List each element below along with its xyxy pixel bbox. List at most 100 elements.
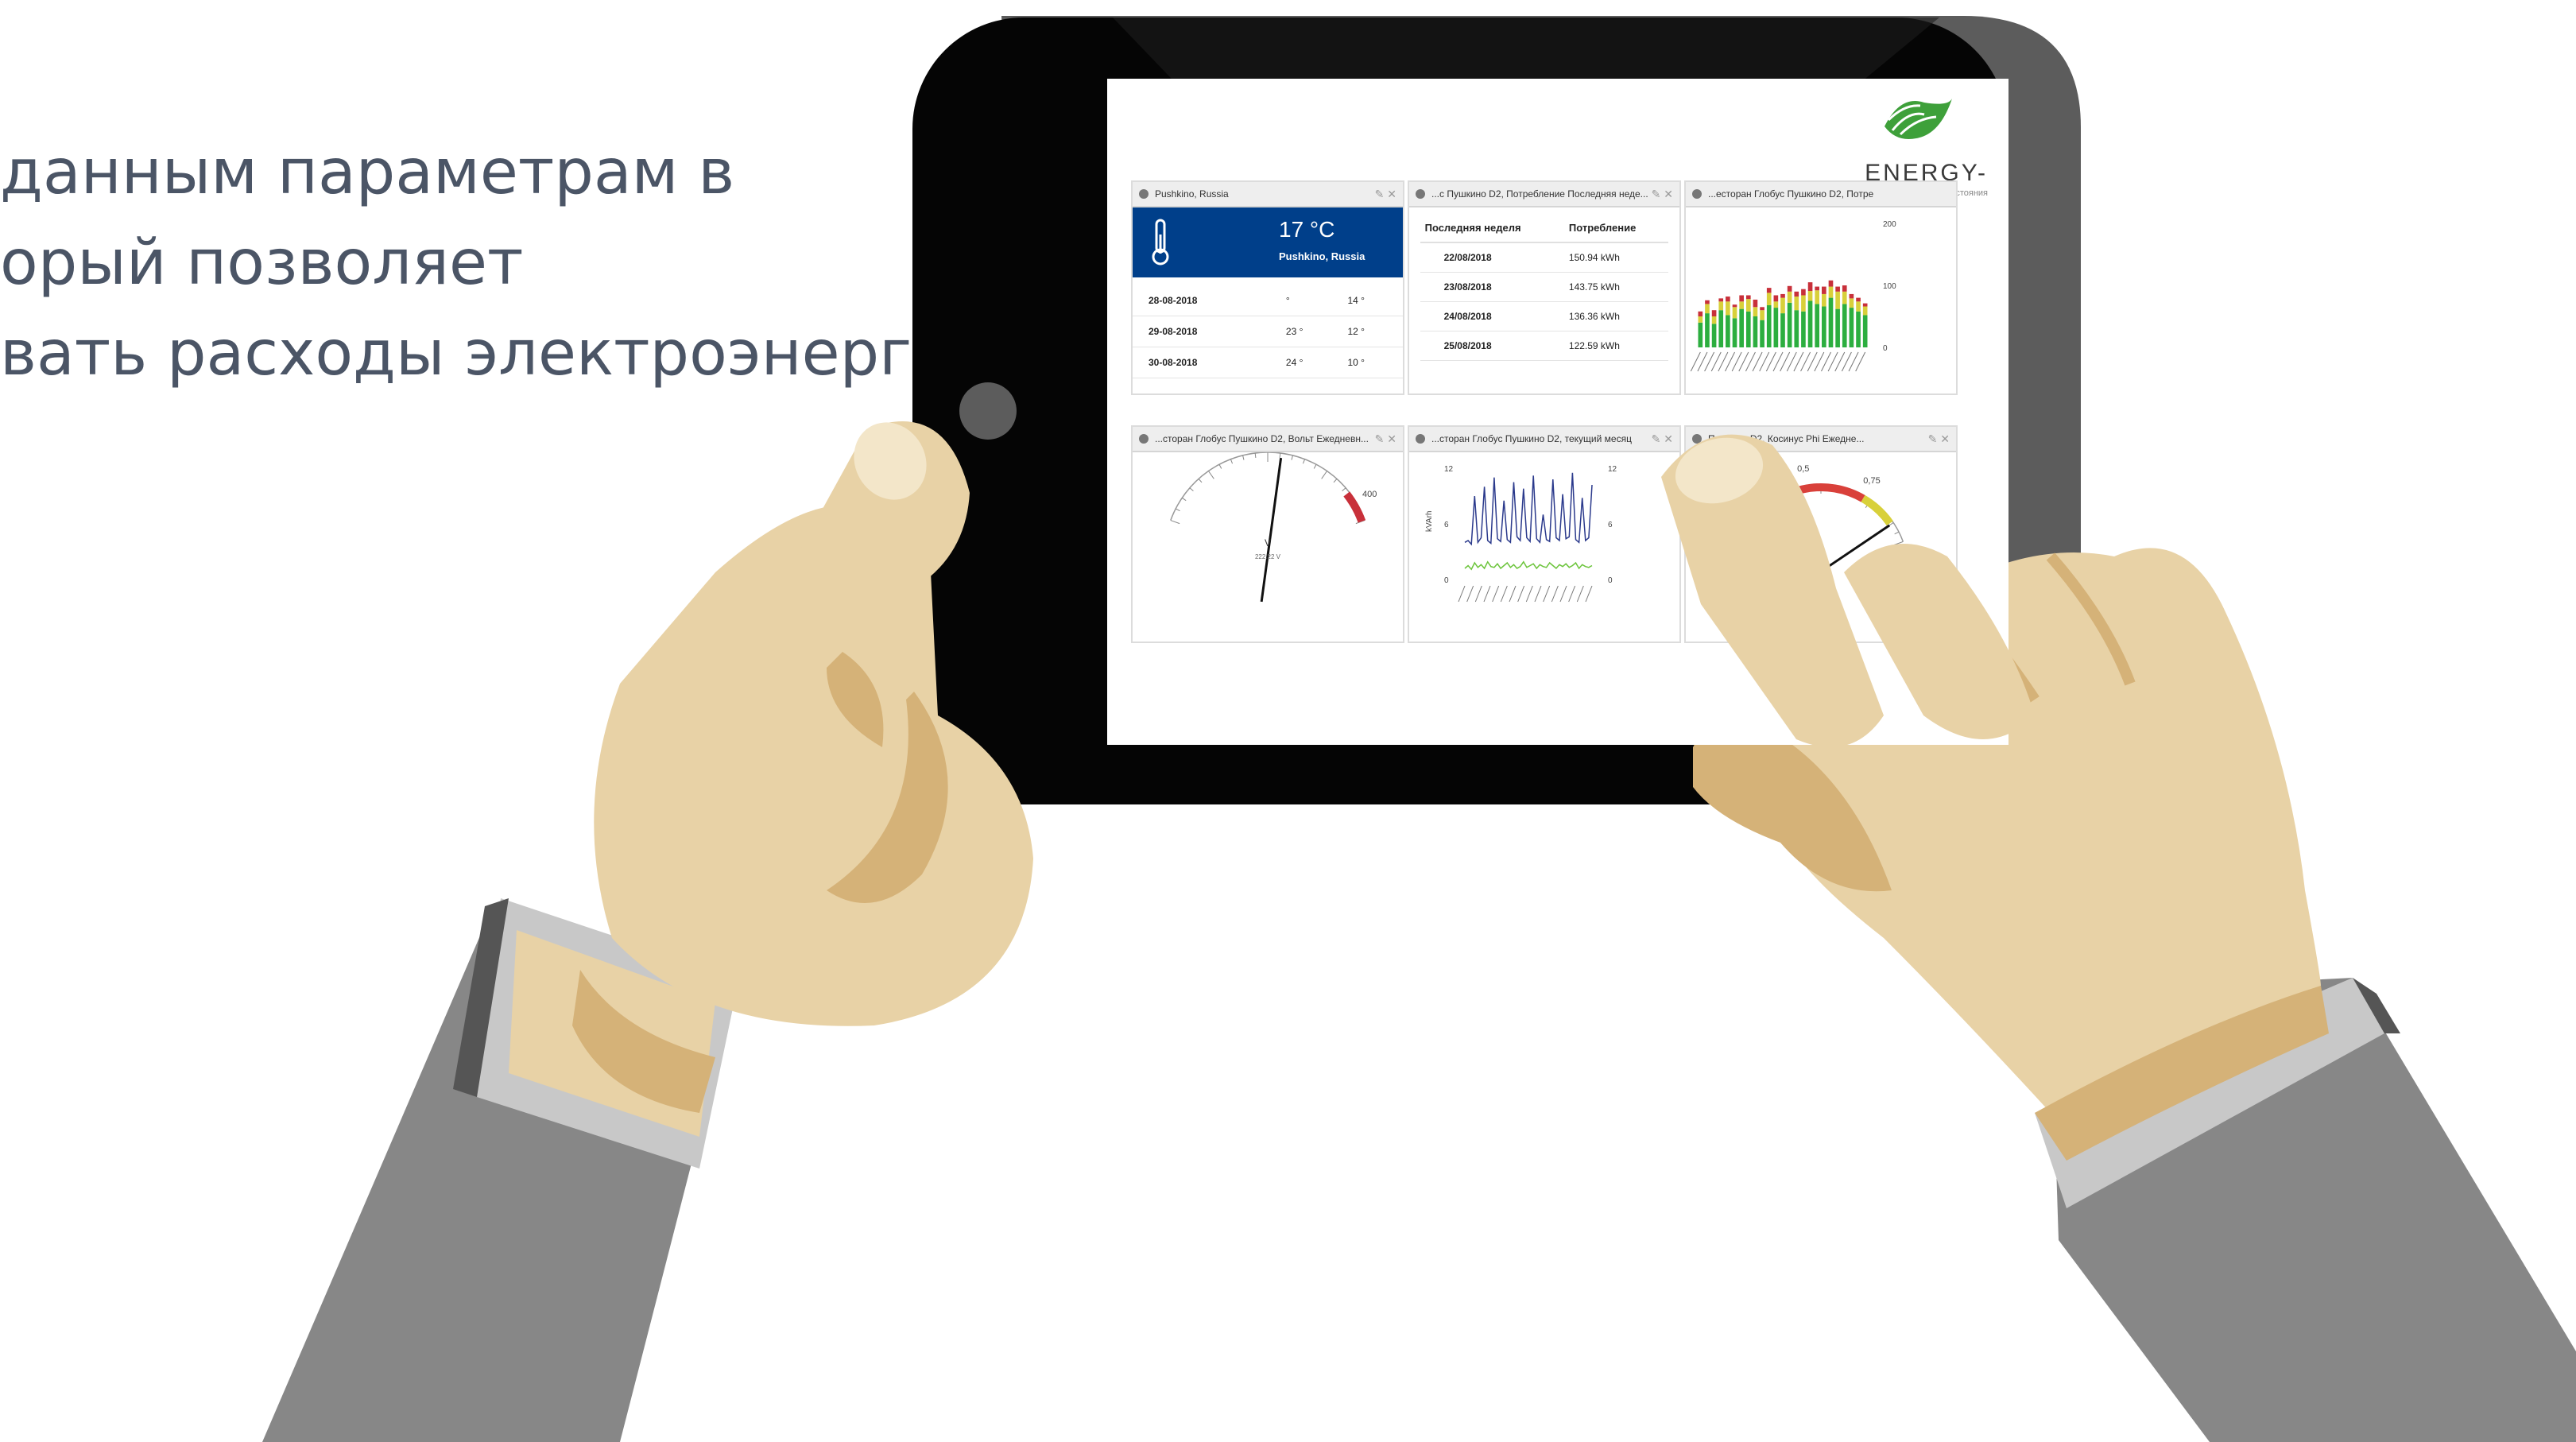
consumption-table-widget[interactable]: ...с Пушкино D2, Потребление Последняя н… <box>1408 180 1681 395</box>
gauge-tick-label: 0,75 <box>1863 476 1880 486</box>
daily-bar-chart: 200 100 0 <box>1690 220 1896 372</box>
bar <box>1718 301 1724 311</box>
gauge-tick <box>1218 463 1222 469</box>
y-tick-label: 6 <box>1444 521 1449 529</box>
x-tick-mark <box>1585 585 1593 603</box>
gauge-tick-label: 400 <box>1362 490 1377 499</box>
bar <box>1849 298 1854 308</box>
bar <box>1698 316 1703 323</box>
x-tick-mark <box>1543 585 1551 603</box>
info-icon[interactable] <box>1416 189 1425 199</box>
info-icon[interactable] <box>1692 434 1702 444</box>
x-tick-mark <box>1559 585 1567 603</box>
bar <box>1732 307 1737 319</box>
close-icon[interactable]: ✎ ✕ <box>1652 427 1673 451</box>
y-tick-label: 200 <box>1883 220 1896 229</box>
cosphi-gauge-widget[interactable]: Пушкино D2, Косинус Phi Ежедне... ✎ ✕ 0,5… <box>1684 425 1958 643</box>
gauge-tick <box>1175 508 1180 512</box>
gauge-band <box>1749 483 1865 526</box>
gauge-unit: V <box>1265 537 1271 549</box>
widget-header: ...сторан Глобус Пушкино D2, Вольт Ежедн… <box>1133 427 1403 452</box>
widget-body: 12 12 6 6 0 0 kVArh <box>1409 452 1679 642</box>
widget-header: ...есторан Глобус Пушкино D2, Потре <box>1686 182 1956 207</box>
info-icon[interactable] <box>1139 189 1149 199</box>
bar <box>1862 306 1868 316</box>
bar <box>1739 308 1744 347</box>
info-icon[interactable] <box>1692 189 1702 199</box>
widget-title: Пушкино D2, Косинус Phi Ежедне... <box>1708 433 1865 444</box>
bar <box>1794 291 1799 297</box>
table-row: 30-08-2018 24 ° 10 ° <box>1133 347 1403 378</box>
gauge-tick <box>1313 463 1317 469</box>
y-tick-label-right: 12 <box>1608 465 1617 474</box>
gauge-tick <box>1742 531 1748 535</box>
gauge-readout: 222.22 V <box>1255 553 1281 560</box>
bar <box>1766 293 1772 305</box>
bar <box>1849 308 1854 347</box>
voltage-gauge: 200400V222.22 V <box>1170 452 1377 603</box>
table-row: 25/08/2018 122.59 kWh <box>1420 331 1669 361</box>
info-icon[interactable] <box>1139 434 1149 444</box>
bar <box>1698 322 1703 347</box>
y-tick-label-right: 6 <box>1608 521 1613 529</box>
series-line <box>1464 560 1593 571</box>
row-date: 22/08/2018 <box>1420 242 1564 273</box>
series-line <box>1464 472 1593 546</box>
daily-bars-widget[interactable]: ...есторан Глобус Пушкино D2, Потре 200 1… <box>1684 180 1958 395</box>
thermometer-icon <box>1152 219 1169 266</box>
close-icon[interactable]: ✎ ✕ <box>1375 182 1396 206</box>
info-icon[interactable] <box>1416 434 1425 444</box>
row-value: 143.75 kWh <box>1563 272 1669 302</box>
x-tick-mark <box>1551 585 1559 603</box>
bar <box>1828 286 1834 298</box>
gauge-tick <box>1230 459 1234 464</box>
widget-header: Пушкино D2, Косинус Phi Ежедне... ✎ ✕ <box>1686 427 1956 452</box>
forecast-night-temp: 10 ° <box>1341 347 1403 378</box>
close-icon[interactable]: ✎ ✕ <box>1928 427 1950 451</box>
x-tick-mark <box>1458 585 1466 603</box>
widget-title: ...с Пушкино D2, Потребление Последняя н… <box>1431 188 1648 200</box>
bar <box>1787 285 1792 292</box>
bar <box>1815 290 1820 304</box>
bar <box>1787 291 1792 303</box>
close-icon[interactable]: ✎ ✕ <box>1652 182 1673 206</box>
weather-widget[interactable]: Pushkino, Russia ✎ ✕ 17 °C Pushkino, Russ… <box>1131 180 1404 395</box>
bar <box>1842 291 1847 304</box>
row-date: 23/08/2018 <box>1420 272 1564 302</box>
gauge-needle <box>1788 524 1891 595</box>
close-icon[interactable]: ✎ ✕ <box>1375 427 1396 451</box>
widget-title: Pushkino, Russia <box>1155 188 1229 200</box>
bar <box>1705 313 1710 347</box>
bar <box>1815 304 1820 347</box>
widget-header: ...с Пушкино D2, Потребление Последняя н… <box>1409 182 1679 207</box>
table-row: 23/08/2018 143.75 kWh <box>1420 272 1669 302</box>
monthly-lines-widget[interactable]: ...сторан Глобус Пушкино D2, текущий мес… <box>1408 425 1681 643</box>
forecast-night-temp: 12 ° <box>1341 316 1403 347</box>
forecast-day-temp: 24 ° <box>1279 347 1342 378</box>
tablet-illustration: данным параметрам в орый позволяет вать … <box>0 0 2576 1442</box>
cosphi-gauge: 0,5 0,75 <box>1737 464 1904 595</box>
voltage-gauge-widget[interactable]: ...сторан Глобус Пушкино D2, Вольт Ежедн… <box>1131 425 1404 643</box>
widget-body: 17 °C Pushkino, Russia 28-08-2018 ° 14 ° 2… <box>1133 207 1403 393</box>
gauge-tick <box>1198 479 1203 483</box>
y-tick-label: 0 <box>1883 344 1888 353</box>
gauge-tick <box>1302 459 1306 464</box>
bar <box>1753 307 1758 316</box>
bar <box>1842 304 1847 347</box>
bar <box>1753 299 1758 308</box>
x-tick-mark <box>1534 585 1542 603</box>
row-date: 25/08/2018 <box>1420 331 1564 361</box>
bar <box>1856 297 1861 302</box>
widget-body: Последняя неделя Потребление 22/08/2018 15… <box>1409 207 1679 393</box>
forecast-night-temp: 14 ° <box>1341 285 1403 316</box>
bar <box>1726 301 1730 316</box>
bar <box>1794 310 1799 347</box>
widget-body: 0,5 0,75 <box>1686 452 1956 642</box>
bar <box>1822 293 1826 307</box>
bar <box>1822 286 1826 294</box>
monthly-line-chart: 12 12 6 6 0 0 kVArh <box>1425 465 1617 603</box>
bar <box>1835 291 1840 309</box>
bar <box>1745 299 1751 312</box>
x-tick-mark <box>1492 585 1500 603</box>
x-tick-mark <box>1576 585 1584 603</box>
